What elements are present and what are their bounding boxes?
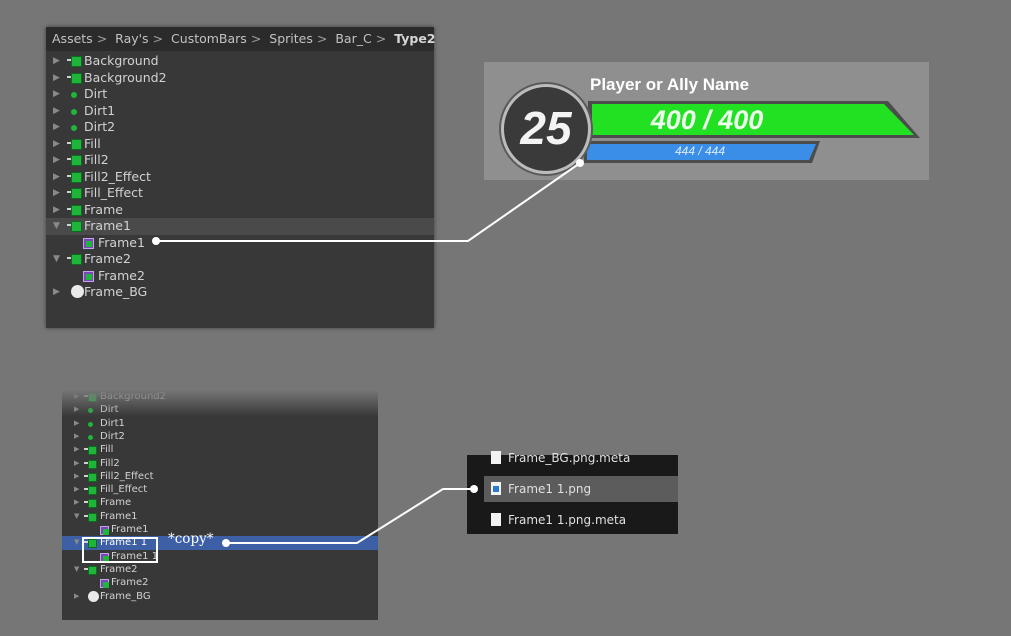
- connector-line-copy: [226, 488, 474, 544]
- connector-line-frame1: [156, 162, 581, 242]
- connector-dot: [222, 539, 230, 547]
- connector-dot: [152, 237, 160, 245]
- connector-lines: [152, 159, 584, 547]
- connector-dot: [470, 485, 478, 493]
- connector-dot: [576, 159, 584, 167]
